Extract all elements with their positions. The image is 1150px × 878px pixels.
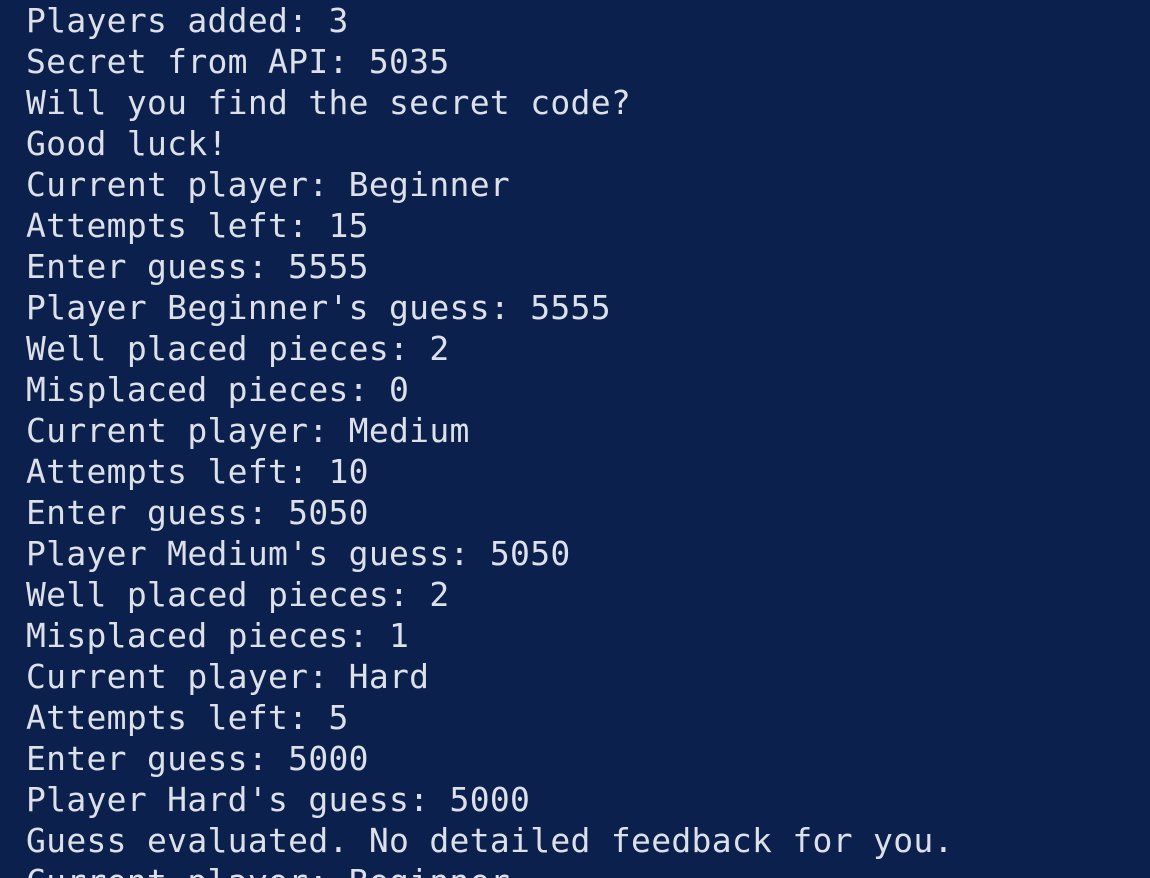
terminal-output: Players added: 3 Secret from API: 5035 W… (26, 0, 1150, 878)
terminal-line: Secret from API: 5035 (26, 42, 450, 81)
terminal-line: Attempts left: 15 (26, 206, 369, 245)
terminal-line: Misplaced pieces: 0 (26, 370, 410, 409)
terminal-line: Well placed pieces: 2 (26, 575, 450, 614)
terminal-window[interactable]: Players added: 3 Secret from API: 5035 W… (0, 0, 1150, 878)
terminal-line: Will you find the secret code? (26, 83, 632, 122)
terminal-line: Current player: Beginner (26, 861, 1150, 878)
terminal-line: Misplaced pieces: 1 (26, 616, 410, 655)
terminal-line: Current player: Medium (26, 411, 470, 450)
terminal-line: Enter guess: 5000 (26, 739, 369, 778)
terminal-line: Well placed pieces: 2 (26, 329, 450, 368)
terminal-line: Attempts left: 10 (26, 452, 369, 491)
terminal-line: Player Medium's guess: 5050 (26, 534, 571, 573)
terminal-line: Current player: Hard (26, 657, 430, 696)
terminal-line: Enter guess: 5050 (26, 493, 369, 532)
terminal-line: Players added: 3 (26, 1, 349, 40)
terminal-line: Guess evaluated. No detailed feedback fo… (26, 821, 954, 860)
terminal-line: Player Beginner's guess: 5555 (26, 288, 611, 327)
terminal-line: Player Hard's guess: 5000 (26, 780, 531, 819)
terminal-line: Attempts left: 5 (26, 698, 349, 737)
terminal-line: Good luck! (26, 124, 228, 163)
terminal-line: Current player: Beginner (26, 165, 511, 204)
terminal-line: Enter guess: 5555 (26, 247, 369, 286)
